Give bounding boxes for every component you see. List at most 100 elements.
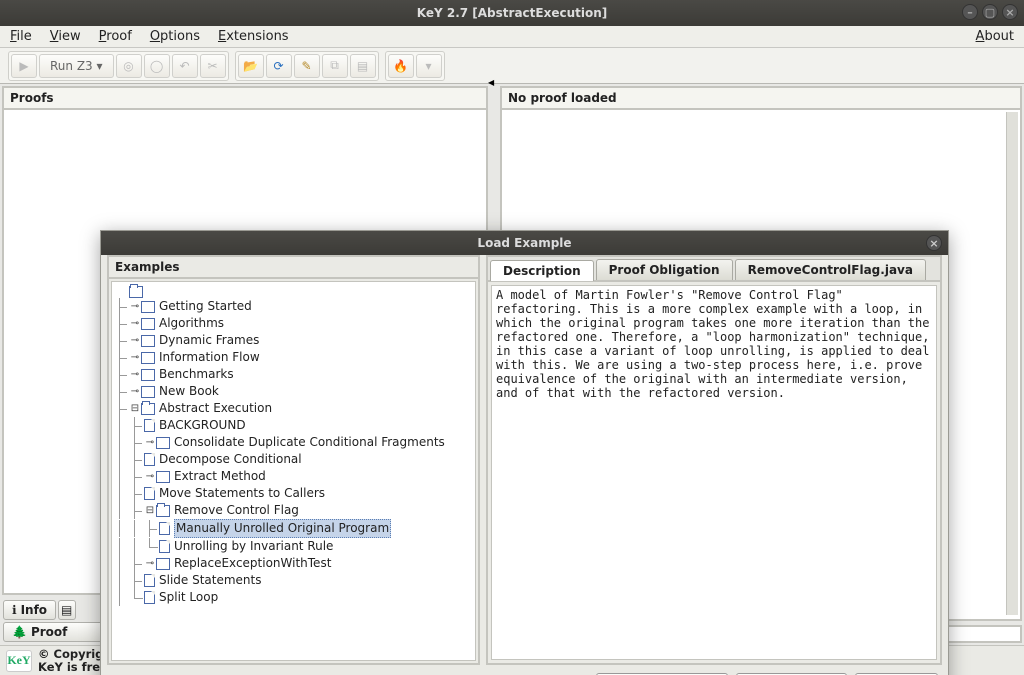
folder-icon [156,471,170,483]
collapse-icon[interactable]: ⊸ [144,468,156,485]
dropdown-icon[interactable]: ▾ [416,54,442,78]
maximize-icon[interactable]: ▢ [982,4,998,20]
tree-item[interactable]: Getting Started [159,298,252,315]
folder-icon [141,352,155,364]
tab-info[interactable]: ℹ Info [3,600,56,620]
tree-item[interactable]: Slide Statements [159,572,262,589]
dialog-close-icon[interactable]: × [926,235,942,251]
examples-panel: Examples ⊸Getting Started ⊸Algorithms ⊸D… [107,255,480,665]
window-titlebar: KeY 2.7 [AbstractExecution] – ▢ × [0,0,1024,26]
folder-icon [141,369,155,381]
collapse-icon[interactable]: ⊸ [129,349,141,366]
tree-icon: 🌲 [12,625,27,639]
detail-tabs: Description Proof Obligation RemoveContr… [488,257,940,282]
collapse-icon[interactable]: ⊸ [129,332,141,349]
undo-icon[interactable]: ↶ [172,54,198,78]
refresh-icon[interactable]: ⟳ [266,54,292,78]
collapse-icon[interactable]: ⊸ [144,555,156,572]
load-example-dialog: Load Example × Examples ⊸ Getting Started… [100,230,949,675]
tree-item[interactable]: Dynamic Frames [159,332,259,349]
collapse-icon[interactable]: ⊸ [129,315,141,332]
dialog-titlebar: Load Example × [101,231,948,255]
scrollbar[interactable] [1006,112,1018,615]
tree-item[interactable]: Split Loop [159,589,218,606]
menu-about[interactable]: About [972,27,1018,46]
folder-icon [141,386,155,398]
flame-icon[interactable]: 🔥 [388,54,414,78]
examples-tree[interactable]: ⊸ Getting Started ⊸ Algorithms ⊸ Dynamic Fr… [111,281,476,661]
doc-icon[interactable]: ▤ [350,54,376,78]
menu-proof[interactable]: Proof [95,27,136,46]
no-proof-title: No proof loaded [502,88,1020,110]
description-text: A model of Martin Fowler's "Remove Contr… [491,285,937,660]
tree-item[interactable]: Information Flow [159,349,260,366]
tree-item[interactable]: Benchmarks [159,366,234,383]
file-icon [144,419,155,432]
proofs-panel-title: Proofs [4,88,486,110]
file-icon [144,591,155,604]
folder-icon [141,318,155,330]
circle-icon[interactable]: ◯ [144,54,170,78]
collapse-icon[interactable]: ⊸ [129,298,141,315]
examples-section-title: Examples [109,257,478,279]
key-logo-icon: KeY [6,650,32,672]
tab-proof-obligation[interactable]: Proof Obligation [596,259,733,280]
run-z3-label: Run Z3 [50,59,93,73]
tree-item[interactable]: New Book [159,383,219,400]
folder-icon [156,437,170,449]
tree-item[interactable]: Decompose Conditional [159,451,302,468]
expand-icon[interactable]: ⊟ [144,502,156,519]
folder-icon [156,558,170,570]
copy-icon[interactable]: ⧉ [322,54,348,78]
tab-description[interactable]: Description [490,260,594,281]
file-icon [159,540,170,553]
folder-icon [141,335,155,347]
menu-options[interactable]: Options [146,27,204,46]
menu-extensions[interactable]: Extensions [214,27,293,46]
collapse-icon[interactable]: ⊸ [129,383,141,400]
info-icon: ℹ [12,603,17,617]
menubar: File View Proof Options Extensions About [0,26,1024,48]
close-icon[interactable]: × [1002,4,1018,20]
toolbar: ▶ Run Z3 ▾ ◎ ◯ ↶ ✂ 📂 ⟳ ✎ ⧉ ▤ 🔥 ▾ [0,48,1024,84]
tree-item[interactable]: Consolidate Duplicate Conditional Fragme… [174,434,445,451]
folder-icon [156,505,170,517]
tab-proof-label: Proof [31,625,67,639]
target-icon[interactable]: ◎ [116,54,142,78]
minimize-icon[interactable]: – [962,4,978,20]
folder-icon [129,286,143,298]
cut-icon[interactable]: ✂ [200,54,226,78]
tree-item[interactable]: Extract Method [174,468,266,485]
tab-toggle[interactable]: ▤ [58,600,76,620]
tab-source-file[interactable]: RemoveControlFlag.java [735,259,926,280]
menu-view[interactable]: View [46,27,85,46]
open-folder-icon[interactable]: 📂 [238,54,264,78]
dialog-buttons: Load Example Load Proof Cancel [101,665,948,675]
file-icon [144,487,155,500]
collapse-icon[interactable]: ⊸ [144,434,156,451]
tree-item[interactable]: ReplaceExceptionWithTest [174,555,331,572]
window-title: KeY 2.7 [AbstractExecution] [417,6,608,20]
tree-item[interactable]: Unrolling by Invariant Rule [174,538,333,555]
tree-item[interactable]: Move Statements to Callers [159,485,325,502]
tree-item[interactable]: BACKGROUND [159,417,246,434]
tree-item-abstract-execution[interactable]: Abstract Execution [159,400,272,417]
main-area: Proofs ℹ Info ▤ 🌲 Proof ◀ No proof loade… [0,84,1024,645]
dialog-title: Load Example [477,236,571,250]
folder-icon [141,301,155,313]
file-icon [144,574,155,587]
file-icon [144,453,155,466]
collapse-icon[interactable]: ⊸ [129,366,141,383]
tree-item-selected[interactable]: Manually Unrolled Original Program [174,519,391,538]
menu-file[interactable]: File [6,27,36,46]
folder-icon [141,403,155,415]
expand-icon[interactable]: ⊟ [129,400,141,417]
tree-item-remove-control-flag[interactable]: Remove Control Flag [174,502,299,519]
edit-icon[interactable]: ✎ [294,54,320,78]
tab-info-label: Info [21,603,47,617]
run-z3-button[interactable]: Run Z3 ▾ [39,54,114,78]
tree-item[interactable]: Algorithms [159,315,224,332]
file-icon [159,522,170,535]
example-detail-panel: Description Proof Obligation RemoveContr… [486,255,942,665]
play-icon[interactable]: ▶ [11,54,37,78]
